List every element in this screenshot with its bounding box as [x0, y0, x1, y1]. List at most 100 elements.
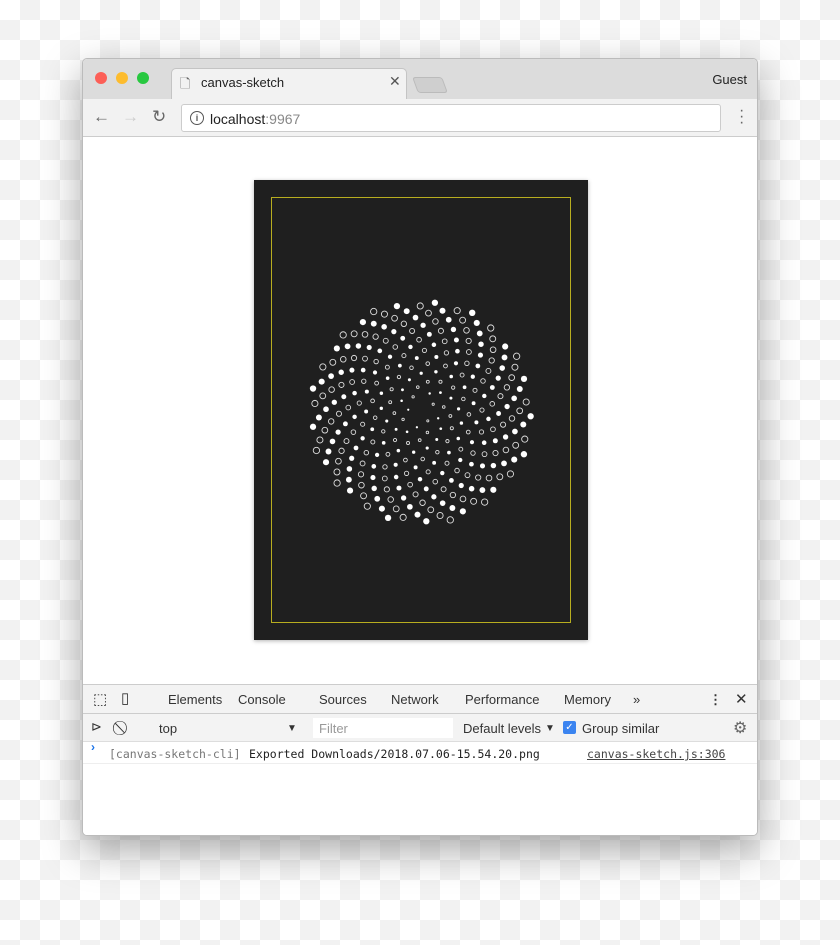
dot	[379, 406, 383, 410]
dot	[459, 508, 466, 515]
context-dropdown-icon[interactable]: ▼	[287, 723, 297, 734]
dot	[456, 436, 461, 441]
tab-close-icon[interactable]: ✕	[389, 73, 401, 90]
sidebar-toggle-icon[interactable]: ⊳	[91, 719, 102, 735]
tab-performance[interactable]: Performance	[465, 692, 539, 707]
dot	[459, 316, 467, 324]
minimize-window-button[interactable]	[116, 72, 128, 84]
dot	[425, 379, 430, 384]
dot	[370, 475, 376, 481]
dot	[416, 302, 424, 310]
dot	[385, 451, 391, 457]
dot	[503, 384, 511, 391]
dot	[414, 511, 421, 518]
dot	[451, 385, 456, 390]
log-source-link[interactable]: canvas-sketch.js:306	[587, 747, 725, 761]
devtools-menu-icon[interactable]: ⋮	[709, 692, 722, 708]
dot	[416, 336, 422, 343]
dot	[421, 347, 428, 353]
dot	[450, 326, 457, 333]
dot	[511, 456, 518, 463]
dot	[356, 400, 362, 406]
close-window-button[interactable]	[95, 72, 107, 84]
maximize-window-button[interactable]	[137, 72, 149, 84]
dot	[445, 316, 452, 323]
dot	[316, 436, 324, 444]
new-tab-button[interactable]	[412, 77, 448, 93]
group-similar-checkbox[interactable]: ✓	[563, 721, 576, 734]
dot	[441, 338, 448, 345]
dot	[489, 346, 497, 354]
dot	[380, 310, 388, 318]
dot	[355, 343, 362, 349]
filter-input[interactable]: Filter	[313, 718, 453, 738]
dot	[394, 427, 398, 431]
address-bar[interactable]: i localhost:9967	[181, 104, 721, 132]
dot	[432, 478, 439, 485]
dot	[512, 428, 518, 435]
dot	[485, 474, 493, 482]
dot	[357, 471, 365, 478]
tab-console[interactable]: Console	[238, 692, 286, 716]
context-select[interactable]: top	[159, 721, 177, 736]
dot	[434, 370, 438, 374]
dot	[489, 385, 495, 390]
tab-network[interactable]: Network	[391, 692, 439, 707]
dot	[431, 342, 437, 348]
forward-icon[interactable]: →	[122, 107, 139, 127]
dot	[453, 307, 461, 315]
dot	[449, 396, 453, 400]
dot	[449, 374, 454, 379]
dot	[391, 329, 397, 335]
devtools-close-icon[interactable]: ✕	[735, 690, 748, 708]
dot	[431, 299, 439, 306]
back-icon[interactable]: ←	[93, 107, 110, 127]
dot	[331, 399, 337, 405]
dot	[459, 495, 467, 503]
dot	[370, 427, 375, 432]
dot	[527, 413, 534, 420]
inspect-icon[interactable]: ⬚	[93, 690, 107, 708]
title-bar: 🗋 canvas-sketch ✕ Guest	[83, 59, 757, 99]
dot	[370, 307, 378, 316]
dot	[496, 411, 502, 416]
dot	[396, 448, 401, 453]
dot	[442, 405, 446, 409]
tab-elements[interactable]: Elements	[168, 692, 222, 707]
dot	[373, 358, 379, 365]
tab-sources[interactable]: Sources	[319, 692, 367, 707]
more-menu-icon[interactable]: · · ·	[739, 103, 744, 131]
dot	[349, 379, 355, 385]
dot	[499, 365, 506, 371]
dot	[349, 367, 355, 373]
dot	[492, 438, 498, 444]
dot	[408, 344, 413, 350]
dot-pattern	[309, 299, 534, 525]
dot	[353, 445, 359, 451]
settings-gear-icon[interactable]: ⚙	[733, 718, 747, 738]
dot	[458, 446, 464, 452]
dot	[458, 482, 464, 489]
dot	[445, 439, 450, 444]
levels-select[interactable]: Default levels	[463, 721, 541, 736]
dot	[407, 378, 411, 382]
dot	[481, 498, 489, 506]
dot	[513, 352, 521, 360]
dot	[391, 314, 398, 322]
dot	[440, 486, 447, 493]
device-toggle-icon[interactable]: ▯	[121, 689, 129, 707]
dot	[321, 426, 329, 434]
dot	[328, 386, 335, 393]
dot	[335, 410, 342, 417]
tab-memory[interactable]: Memory	[564, 692, 611, 707]
info-icon[interactable]: i	[190, 111, 204, 125]
dot	[370, 439, 376, 445]
dot	[511, 395, 517, 402]
console-message: [canvas-sketch-cli] Exported Downloads/2…	[83, 742, 757, 764]
dot	[370, 320, 377, 327]
profile-label[interactable]: Guest	[712, 72, 747, 87]
dot	[409, 327, 416, 334]
console-prompt[interactable]: ›	[91, 740, 95, 754]
reload-icon[interactable]: ↻	[152, 107, 166, 127]
more-tabs-icon[interactable]: »	[633, 692, 640, 707]
